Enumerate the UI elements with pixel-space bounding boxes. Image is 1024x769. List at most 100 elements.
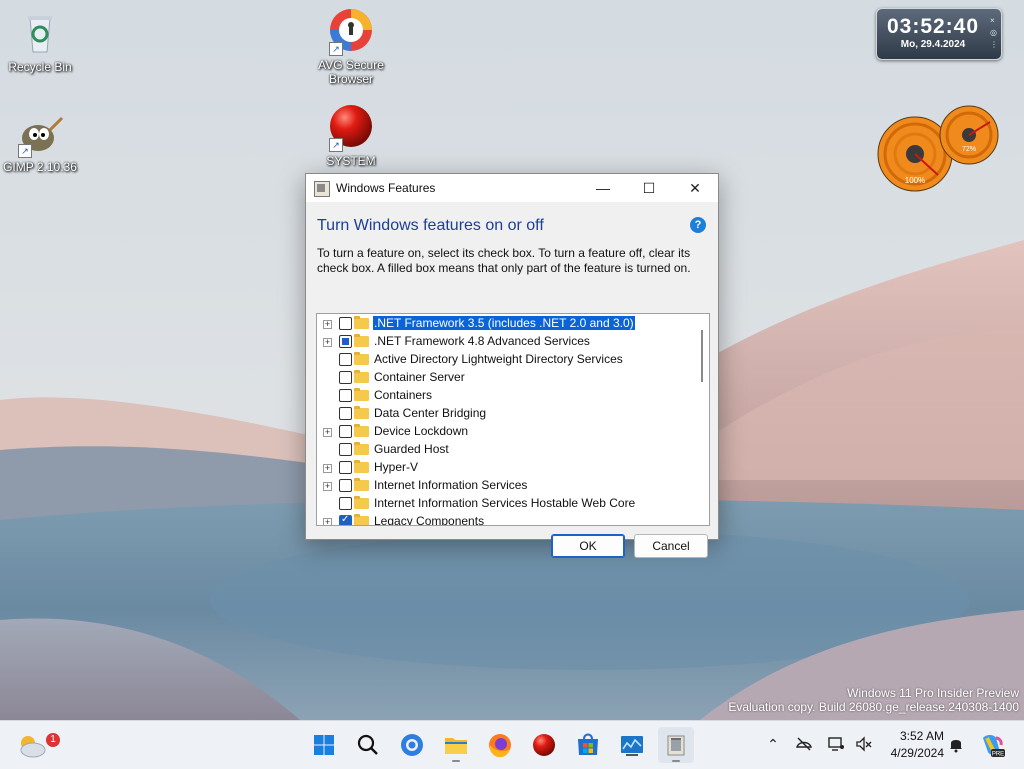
desktop-icon-recycle-bin[interactable]: Recycle Bin bbox=[0, 10, 80, 74]
feature-checkbox[interactable] bbox=[339, 371, 352, 384]
cancel-button[interactable]: Cancel bbox=[634, 534, 708, 558]
search-button[interactable] bbox=[350, 727, 386, 763]
feature-checkbox[interactable] bbox=[339, 335, 352, 348]
feature-row[interactable]: Internet Information Services Hostable W… bbox=[317, 495, 695, 513]
feature-checkbox[interactable] bbox=[339, 461, 352, 474]
feature-checkbox[interactable] bbox=[339, 497, 352, 510]
taskbar-clock[interactable]: 3:52 AM 4/29/2024 bbox=[884, 728, 944, 762]
tree-scrollbar[interactable] bbox=[695, 314, 709, 525]
gadget-time: 03:52:40 bbox=[886, 15, 980, 38]
dialog-titlebar[interactable]: Windows Features — ☐ ✕ bbox=[306, 174, 718, 202]
watermark-line1: Windows 11 Pro Insider Preview bbox=[847, 686, 1019, 700]
firefox-icon bbox=[489, 734, 511, 758]
feature-row[interactable]: + .NET Framework 3.5 (includes .NET 2.0 a… bbox=[317, 315, 695, 333]
feature-checkbox[interactable] bbox=[339, 407, 352, 420]
gadget-controls[interactable]: × ◎ ⋮ bbox=[990, 15, 998, 51]
windows-features-icon bbox=[667, 735, 685, 756]
feature-checkbox[interactable] bbox=[339, 479, 352, 492]
feature-checkbox[interactable] bbox=[339, 425, 352, 438]
folder-icon bbox=[354, 370, 369, 383]
desktop-icon-label: SYSTEM bbox=[326, 154, 376, 168]
folder-icon bbox=[354, 442, 369, 455]
taskbar-file-explorer[interactable] bbox=[438, 727, 474, 763]
folder-icon bbox=[354, 316, 369, 329]
feature-label: Data Center Bridging bbox=[374, 406, 487, 420]
scrollbar-thumb[interactable] bbox=[701, 330, 703, 382]
windows-features-icon bbox=[314, 181, 330, 197]
desktop-icon-avg-browser[interactable]: ↗ AVG Secure Browser bbox=[311, 8, 391, 86]
expand-plus-icon[interactable]: + bbox=[323, 338, 332, 347]
dialog-body: Turn Windows features on or off ? To tur… bbox=[306, 202, 718, 558]
weather-widget[interactable]: 1 bbox=[14, 727, 60, 763]
feature-label: .NET Framework 3.5 (includes .NET 2.0 an… bbox=[373, 316, 635, 330]
feature-row[interactable]: Active Directory Lightweight Directory S… bbox=[317, 351, 695, 369]
folder-icon bbox=[354, 460, 369, 473]
taskbar-firefox[interactable] bbox=[482, 727, 518, 763]
shortcut-arrow-icon: ↗ bbox=[329, 42, 343, 56]
store-icon bbox=[578, 733, 598, 755]
maximize-button[interactable]: ☐ bbox=[626, 174, 672, 202]
display-icon[interactable] bbox=[827, 735, 845, 753]
feature-row[interactable]: + Legacy Components bbox=[317, 513, 695, 526]
folder-icon bbox=[354, 478, 369, 491]
gadget-date: Mo, 29.4.2024 bbox=[900, 39, 966, 50]
evaluation-watermark: Windows 11 Pro Insider Preview Evaluatio… bbox=[728, 686, 1019, 714]
expand-plus-icon[interactable]: + bbox=[323, 482, 332, 491]
taskbar: 1 ⌃ 3:52 AM 4/29/2024 PRE bbox=[0, 720, 1024, 769]
monitor-app-icon bbox=[621, 736, 643, 756]
help-icon[interactable]: ? bbox=[690, 217, 706, 233]
meter-value: 100% bbox=[905, 176, 925, 185]
clock-gadget[interactable]: 03:52:40 Mo, 29.4.2024 × ◎ ⋮ bbox=[876, 8, 1002, 60]
memory-meter-gadget[interactable]: 72% bbox=[938, 104, 1000, 166]
expand-plus-icon[interactable]: + bbox=[323, 428, 332, 437]
show-hidden-icons-chevron-icon[interactable]: ⌃ bbox=[764, 735, 782, 753]
red-ball-icon bbox=[533, 734, 555, 756]
copilot-button[interactable]: PRE bbox=[974, 727, 1010, 763]
network-disconnected-icon[interactable] bbox=[795, 735, 813, 753]
feature-checkbox[interactable] bbox=[339, 514, 352, 525]
feature-label: Container Server bbox=[374, 370, 465, 384]
avg-browser-icon: ↗ bbox=[327, 8, 375, 56]
feature-row[interactable]: Data Center Bridging bbox=[317, 405, 695, 423]
start-button[interactable] bbox=[306, 727, 342, 763]
feature-label: Internet Information Services bbox=[374, 478, 528, 492]
notification-bell-icon[interactable] bbox=[947, 735, 965, 753]
feature-checkbox[interactable] bbox=[339, 443, 352, 456]
desktop-icon-system[interactable]: ↗ SYSTEM bbox=[311, 104, 391, 168]
feature-checkbox[interactable] bbox=[339, 353, 352, 366]
expand-plus-icon[interactable]: + bbox=[323, 518, 332, 525]
ok-button[interactable]: OK bbox=[551, 534, 625, 558]
desktop-icon-gimp[interactable]: ↗ GIMP 2.10.36 bbox=[0, 110, 80, 174]
folder-icon bbox=[354, 496, 369, 509]
taskbar-store[interactable] bbox=[570, 727, 606, 763]
feature-label: Internet Information Services Hostable W… bbox=[374, 496, 636, 510]
expand-plus-icon[interactable]: + bbox=[323, 464, 332, 473]
copilot-icon: PRE bbox=[983, 735, 1005, 758]
volume-muted-icon[interactable] bbox=[855, 735, 873, 753]
folder-icon bbox=[354, 388, 369, 401]
taskbar-monitor-app[interactable] bbox=[614, 727, 650, 763]
minimize-button[interactable]: — bbox=[580, 174, 626, 202]
feature-row[interactable]: Container Server bbox=[317, 369, 695, 387]
desktop-icon-label: Recycle Bin bbox=[8, 60, 72, 74]
expand-plus-icon[interactable]: + bbox=[323, 320, 332, 329]
start-icon bbox=[314, 735, 334, 755]
feature-row[interactable]: + Device Lockdown bbox=[317, 423, 695, 441]
dialog-title: Windows Features bbox=[336, 181, 436, 195]
feature-row[interactable]: + Hyper-V bbox=[317, 459, 695, 477]
svg-text:PRE: PRE bbox=[992, 752, 1004, 758]
feature-row[interactable]: Guarded Host bbox=[317, 441, 695, 459]
taskbar-windows-features[interactable] bbox=[658, 727, 694, 763]
close-button[interactable]: ✕ bbox=[672, 174, 718, 202]
feature-row[interactable]: Containers bbox=[317, 387, 695, 405]
feature-row[interactable]: + Internet Information Services bbox=[317, 477, 695, 495]
feature-checkbox[interactable] bbox=[339, 317, 352, 330]
folder-icon bbox=[354, 352, 369, 365]
feature-checkbox[interactable] bbox=[339, 389, 352, 402]
taskbar-browser[interactable] bbox=[394, 727, 430, 763]
feature-label: Legacy Components bbox=[374, 514, 485, 526]
features-tree[interactable]: + .NET Framework 3.5 (includes .NET 2.0 a… bbox=[316, 313, 710, 526]
taskbar-system[interactable] bbox=[526, 727, 562, 763]
feature-row[interactable]: + .NET Framework 4.8 Advanced Services bbox=[317, 333, 695, 351]
red-ball-icon: ↗ bbox=[327, 104, 375, 152]
